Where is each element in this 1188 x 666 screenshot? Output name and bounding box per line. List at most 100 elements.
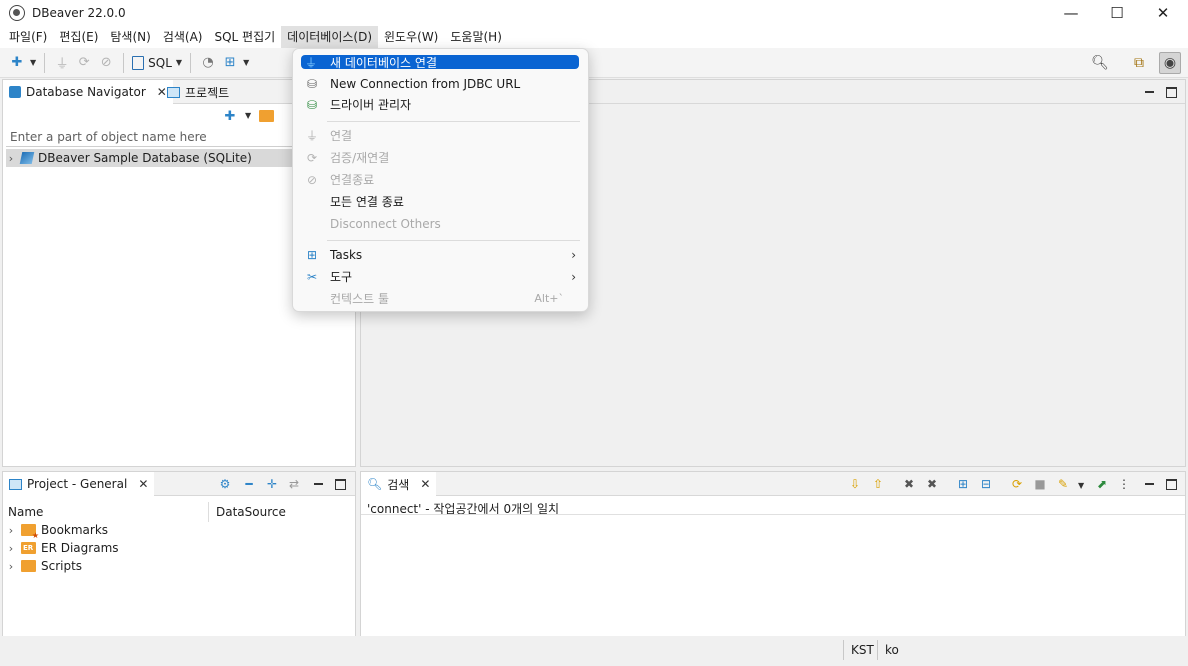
tree-item-label: Bookmarks [41,523,109,537]
sql-button-label: SQL [148,55,172,70]
connect-icon: ⏚ [55,57,69,72]
menu-search[interactable]: 검색(A) [157,26,209,48]
tab-label: Project - General [27,477,128,491]
search-icon[interactable]: 🔍︎ [1089,52,1111,74]
toolbar-separator [123,52,125,73]
sql-dropdown-icon[interactable]: ▼ [176,58,182,67]
chevron-right-icon[interactable]: › [6,560,16,573]
new-connection-icon[interactable]: ✚ [8,54,26,72]
menu-separator [327,121,580,122]
scripts-folder-icon [21,560,36,572]
tools-icon: ✂ [306,269,318,284]
maximize-panel-icon[interactable] [1164,477,1178,491]
tab-projects[interactable]: 프로젝트 [161,80,235,104]
chevron-right-icon[interactable]: › [6,542,16,555]
submenu-arrow-icon: › [571,247,576,262]
close-tab-icon[interactable]: ✕ [420,477,430,491]
menu-item-invalidate-reconnect: ⟳ 검증/재연결 [297,148,580,167]
dashboard-icon[interactable]: ◔ [199,54,217,72]
project-icon [9,478,22,490]
menu-navigate[interactable]: 탐색(N) [104,26,156,48]
reconnect-icon: ⟳ [78,55,90,70]
minimize-editor-icon[interactable] [1142,85,1156,99]
settings-gear-icon[interactable]: ⚙ [218,477,232,491]
divider [361,514,1185,515]
minimize-button[interactable]: — [1048,0,1094,26]
close-window-button[interactable]: ✕ [1140,0,1186,26]
tree-item-bookmarks[interactable]: › Bookmarks [6,521,109,540]
view-menu-icon[interactable]: ⋮ [1117,477,1131,491]
tasks-icon[interactable]: ⊞ [221,54,239,72]
sql-editor-button[interactable]: SQL [132,55,172,70]
tab-database-navigator[interactable]: Database Navigator ✕ [3,80,173,104]
column-header-name[interactable]: Name [3,502,209,522]
remove-all-matches-icon[interactable]: ✖ [925,477,939,491]
tab-project-general[interactable]: Project - General ✕ [3,472,155,496]
menu-help[interactable]: 도움말(H) [444,26,508,48]
maximize-editor-icon[interactable] [1164,85,1178,99]
minimize-panel-icon[interactable] [1142,477,1156,491]
cancel-search-icon[interactable]: ■ [1033,477,1047,491]
dbeaver-perspective-icon[interactable]: ◉ [1159,52,1181,74]
menu-item-tasks[interactable]: ⊞ Tasks › [297,245,580,264]
tab-search[interactable]: 🔍︎ 검색 ✕ [361,472,437,496]
close-tab-icon[interactable]: ✕ [138,477,148,491]
menu-window[interactable]: 윈도우(W) [378,26,444,48]
search-icon: 🔍︎ [367,477,383,491]
maximize-button[interactable]: ☐ [1094,0,1140,26]
pin-view-icon[interactable]: ⬈ [1095,477,1109,491]
database-navigator-icon [9,86,21,98]
expand-all-icon[interactable]: ✛ [265,477,279,491]
previous-match-arrow-icon[interactable]: ⇧ [871,477,885,491]
menu-item-label: 도구 [330,270,353,284]
tree-item-sample-database[interactable]: › DBeaver Sample Database (SQLite) [6,149,302,167]
menu-sql-editor[interactable]: SQL 편집기 [208,26,281,48]
chevron-right-icon[interactable]: › [6,524,16,537]
chevron-right-icon[interactable]: › [6,152,16,165]
menu-item-disconnect-all[interactable]: 모든 연결 종료 [297,192,580,211]
menu-item-label: 드라이버 관리자 [330,98,412,112]
database-icon: ⛁ [306,76,318,91]
menu-separator [327,240,580,241]
menu-item-driver-manager[interactable]: ⛁ 드라이버 관리자 [297,95,580,114]
tree-item-label: DBeaver Sample Database (SQLite) [38,151,252,165]
search-history-icon[interactable]: ✎ [1056,477,1070,491]
maximize-panel-icon[interactable] [333,477,347,491]
menu-item-new-database-connection[interactable]: ⏚ 새 데이터베이스 연결 [301,55,579,70]
menu-database[interactable]: 데이터베이스(D) [281,26,379,48]
disconnect-icon: ⊘ [306,172,318,187]
new-connection-dropdown-icon[interactable]: ▼ [30,58,36,67]
new-connection-icon[interactable]: ✚ [221,107,239,125]
menu-edit[interactable]: 편집(E) [53,26,104,48]
minimize-panel-icon[interactable] [311,477,325,491]
run-search-again-icon[interactable]: ⟳ [1010,477,1024,491]
collapse-all-icon[interactable]: ⊟ [979,477,993,491]
open-perspective-icon[interactable]: ⧉ [1128,52,1150,74]
menu-item-tools[interactable]: ✂ 도구 › [297,267,580,286]
new-folder-icon[interactable] [259,110,274,122]
link-editor-icon[interactable]: ⇄ [287,477,301,491]
menu-item-new-connection-jdbc-url[interactable]: ⛁ New Connection from JDBC URL [297,74,580,93]
menu-item-disconnect-others: Disconnect Others [297,214,580,233]
navigator-filter-input[interactable] [6,127,306,147]
tasks-dropdown-icon[interactable]: ▼ [243,58,249,67]
title-bar: DBeaver 22.0.0 — ☐ ✕ [0,0,1188,26]
search-history-dropdown-icon[interactable]: ▼ [1078,481,1084,490]
dbeaver-logo-icon [9,5,25,21]
menu-item-connect: ⏚ 연결 [297,126,580,145]
menu-item-label: Disconnect Others [330,216,441,231]
menu-item-label: 검증/재연결 [330,151,390,165]
connection-dropdown-icon[interactable]: ▼ [245,111,251,120]
collapse-all-icon[interactable]: ━ [242,477,256,491]
menu-item-shortcut: Alt+` [534,292,564,305]
expand-all-icon[interactable]: ⊞ [956,477,970,491]
tree-item-scripts[interactable]: › Scripts [6,557,82,575]
next-match-arrow-icon[interactable]: ⇩ [848,477,862,491]
remove-match-icon[interactable]: ✖ [902,477,916,491]
tree-item-er-diagrams[interactable]: › ER ER Diagrams [6,539,119,557]
menu-file[interactable]: 파일(F) [3,26,53,48]
menu-item-label: 모든 연결 종료 [330,195,404,209]
column-header-datasource[interactable]: DataSource [211,502,286,522]
disconnect-icon: ⊘ [100,55,112,70]
tree-item-label: ER Diagrams [41,541,119,555]
